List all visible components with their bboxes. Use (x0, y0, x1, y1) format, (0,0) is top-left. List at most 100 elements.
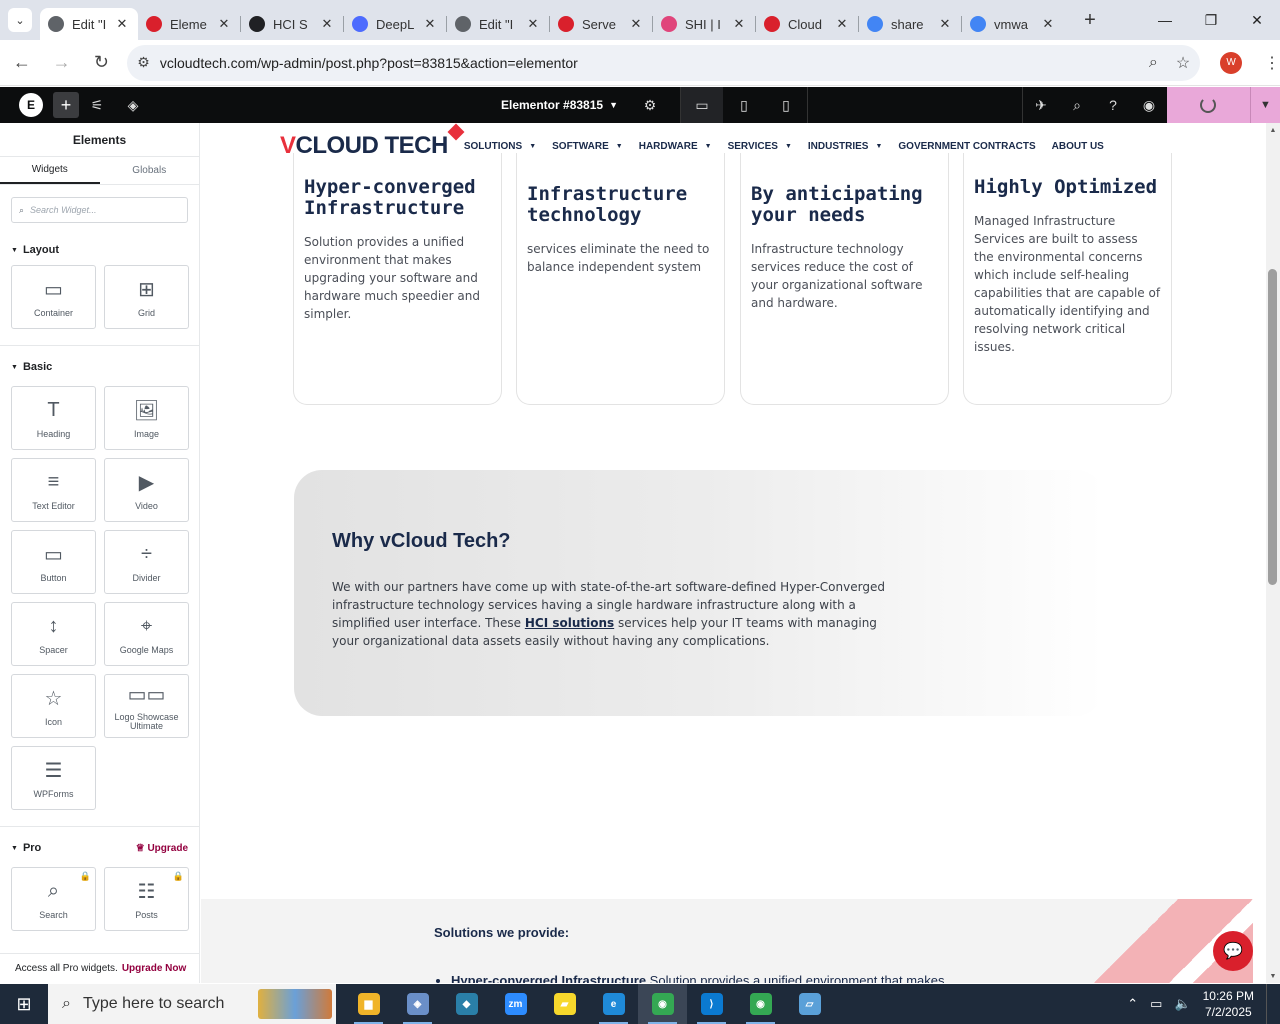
taskbar-search-box[interactable]: ⌕ Type here to search (48, 984, 336, 1024)
tab-close-icon[interactable]: ✕ (114, 16, 130, 32)
browser-tab[interactable]: Serve ✕ (550, 8, 652, 40)
network-icon[interactable]: ▭ (1150, 996, 1162, 1012)
close-window-icon[interactable]: ✕ (1234, 0, 1280, 40)
back-icon[interactable]: ← (4, 45, 40, 81)
tab-close-icon[interactable]: ✕ (1040, 16, 1056, 32)
structure-layers-icon[interactable]: ◈ (115, 87, 151, 123)
pro-upgrade-link[interactable]: ♕ Upgrade (136, 843, 188, 854)
why-section[interactable]: Why vCloud Tech? We with our partners ha… (294, 470, 1104, 716)
browser-tab[interactable]: Cloud ✕ (756, 8, 858, 40)
widget-heading[interactable]: T Heading (11, 386, 96, 450)
browser-tab[interactable]: Edit "I ✕ (447, 8, 549, 40)
scroll-up-icon[interactable]: ▲ (1266, 123, 1280, 137)
widget-logo-showcase-ultimate[interactable]: ▭▭ Logo Showcase Ultimate (104, 674, 189, 738)
reload-icon[interactable]: ↻ (84, 45, 120, 81)
add-element-button[interactable]: + (53, 92, 79, 118)
scroll-down-icon[interactable]: ▼ (1266, 969, 1280, 983)
canvas-scrollbar[interactable]: ▲ ▼ (1266, 123, 1280, 983)
search-widget-input[interactable]: ⌕ Search Widget... (11, 197, 188, 223)
widget-wpforms[interactable]: ☰ WPForms (11, 746, 96, 810)
help-icon[interactable]: ? (1095, 87, 1131, 123)
site-info-icon[interactable]: ⚙ (137, 54, 150, 71)
widget-google-maps[interactable]: ⌖ Google Maps (104, 602, 189, 666)
volume-icon[interactable]: 🔈 (1174, 996, 1190, 1012)
nav-item-hardware[interactable]: HARDWARE ▼ (639, 141, 712, 152)
tab-globals[interactable]: Globals (100, 157, 200, 184)
taskbar-app-app-2[interactable]: ◈ (393, 984, 442, 1024)
feature-card[interactable]: Hyper-converged Infrastructure Solution p… (293, 153, 502, 405)
elementor-logo-icon[interactable]: E (19, 93, 43, 117)
browser-tab[interactable]: share ✕ (859, 8, 961, 40)
tablet-icon[interactable]: ▯ (723, 87, 765, 123)
tab-close-icon[interactable]: ✕ (937, 16, 953, 32)
feature-card[interactable]: Highly Optimized Managed Infrastructure S… (963, 153, 1172, 405)
taskbar-app-edge[interactable]: e (589, 984, 638, 1024)
category-basic[interactable]: ▼ Basic (0, 356, 199, 378)
tab-close-icon[interactable]: ✕ (834, 16, 850, 32)
category-layout[interactable]: ▼ Layout (0, 239, 199, 261)
tab-close-icon[interactable]: ✕ (628, 16, 644, 32)
forward-icon[interactable]: → (44, 45, 80, 81)
page-settings-gear-icon[interactable]: ⚙ (632, 87, 668, 123)
solution-item-title[interactable]: Hyper-converged Infrastructure (451, 973, 646, 983)
tab-search-chevron-icon[interactable]: ⌄ (8, 8, 32, 32)
taskbar-app-chrome[interactable]: ◉ (638, 984, 687, 1024)
solutions-section[interactable]: Solutions we provide: Hyper-converged In… (201, 899, 1253, 983)
clock[interactable]: 10:26 PM 7/2/2025 (1203, 988, 1254, 1020)
document-title-dropdown[interactable]: Elementor #83815 ▼ (501, 98, 618, 112)
taskbar-app-zoom[interactable]: zm (491, 984, 540, 1024)
zoom-icon[interactable]: ⌕ (1149, 54, 1158, 72)
taskbar-app-chrome-2[interactable]: ◉ (736, 984, 785, 1024)
chat-widget-icon[interactable]: 💬 (1213, 931, 1253, 971)
widget-divider[interactable]: ÷ Divider (104, 530, 189, 594)
widget-video[interactable]: ▶ Video (104, 458, 189, 522)
feature-card[interactable]: Infrastructure technology services elimin… (516, 153, 725, 405)
taskbar-app-sticky-notes[interactable]: ▰ (540, 984, 589, 1024)
desktop-icon[interactable]: ▭ (680, 87, 723, 123)
tab-close-icon[interactable]: ✕ (422, 16, 438, 32)
browser-tab[interactable]: vmwa ✕ (962, 8, 1064, 40)
widget-spacer[interactable]: ↕ Spacer (11, 602, 96, 666)
publish-button[interactable]: ▼ (1167, 87, 1280, 123)
mobile-icon[interactable]: ▯ (765, 87, 807, 123)
widget-text-editor[interactable]: ≡ Text Editor (11, 458, 96, 522)
url-text[interactable]: vcloudtech.com/wp-admin/post.php?post=83… (160, 55, 1131, 71)
widget-icon[interactable]: ☆ Icon (11, 674, 96, 738)
browser-tab[interactable]: Eleme ✕ (138, 8, 240, 40)
restore-icon[interactable]: ❐ (1188, 0, 1234, 40)
nav-item-software[interactable]: SOFTWARE ▼ (552, 141, 623, 152)
taskbar-app-file-explorer[interactable]: ▆ (344, 984, 393, 1024)
nav-item-industries[interactable]: INDUSTRIES ▼ (808, 141, 883, 152)
minimize-icon[interactable]: — (1142, 0, 1188, 40)
browser-tab[interactable]: DeepL ✕ (344, 8, 446, 40)
widget-grid[interactable]: ⊞ Grid (104, 265, 189, 329)
finder-search-icon[interactable]: ⌕ (1059, 87, 1095, 123)
nav-item-government-contracts[interactable]: GOVERNMENT CONTRACTS (898, 141, 1035, 152)
category-pro[interactable]: ▼ Pro ♕ Upgrade (0, 837, 199, 859)
profile-avatar[interactable]: W (1220, 51, 1243, 74)
upgrade-now-link[interactable]: Upgrade Now (122, 963, 186, 974)
browser-menu-icon[interactable]: ⋮ (1264, 53, 1280, 73)
publish-options-chevron-icon[interactable]: ▼ (1250, 87, 1280, 123)
nav-item-about-us[interactable]: ABOUT US (1052, 141, 1104, 152)
nav-item-services[interactable]: SERVICES ▼ (728, 141, 792, 152)
tab-close-icon[interactable]: ✕ (525, 16, 541, 32)
new-tab-icon[interactable]: + (1076, 9, 1104, 32)
preview-eye-icon[interactable]: ◉ (1131, 87, 1167, 123)
notes-pin-icon[interactable]: ✈ (1023, 87, 1059, 123)
nav-item-solutions[interactable]: SOLUTIONS ▼ (464, 141, 536, 152)
feature-card[interactable]: By anticipating your needs Infrastructure… (740, 153, 949, 405)
tab-close-icon[interactable]: ✕ (731, 16, 747, 32)
taskbar-app-vscode[interactable]: ⟩ (687, 984, 736, 1024)
browser-tab[interactable]: Edit "I ✕ (40, 8, 138, 40)
tab-close-icon[interactable]: ✕ (216, 16, 232, 32)
taskbar-app-app-3[interactable]: ◆ (442, 984, 491, 1024)
taskbar-app-app-10[interactable]: ▱ (785, 984, 834, 1024)
widget-search[interactable]: ⌕ Search 🔒 (11, 867, 96, 931)
tab-widgets[interactable]: Widgets (0, 157, 100, 184)
browser-tab[interactable]: SHI | I ✕ (653, 8, 755, 40)
scrollbar-thumb[interactable] (1268, 269, 1277, 585)
widget-posts[interactable]: ☷ Posts 🔒 (104, 867, 189, 931)
windows-start-icon[interactable]: ⊞ (0, 984, 48, 1024)
omnibox[interactable]: ⚙ vcloudtech.com/wp-admin/post.php?post=… (127, 44, 1201, 81)
